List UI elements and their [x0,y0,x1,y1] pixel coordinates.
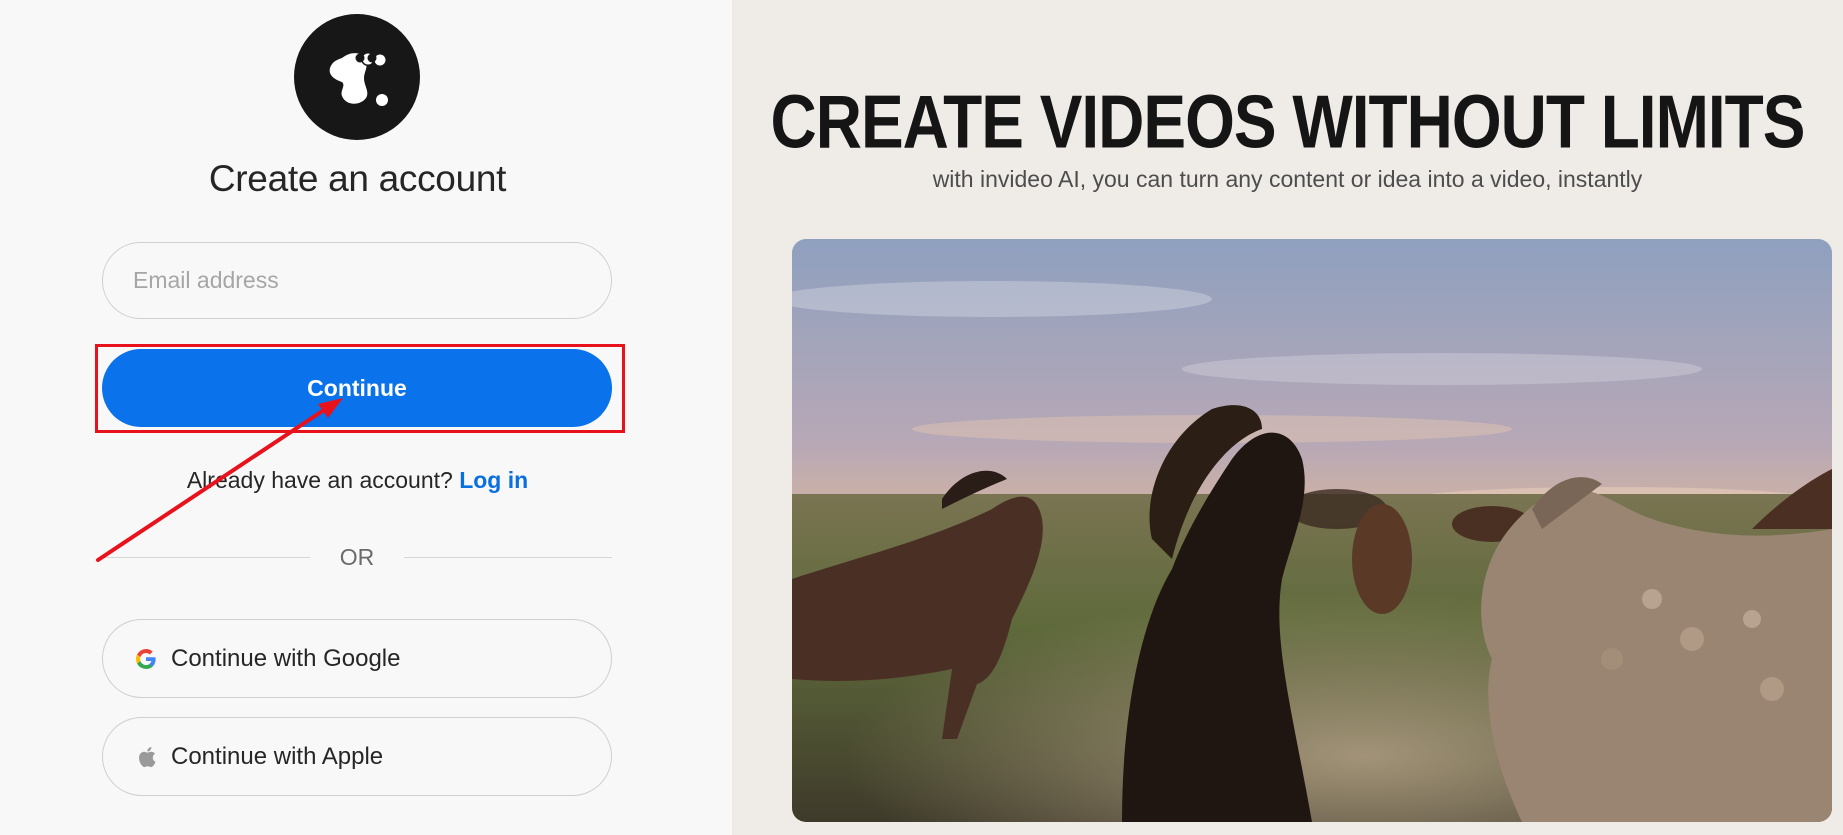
login-link[interactable]: Log in [459,467,528,493]
invideo-logo-icon [329,52,388,106]
horses-running-image [792,239,1832,822]
or-divider: OR [102,543,612,570]
hero-subheadline: with invideo AI, you can turn any conten… [932,166,1643,192]
email-field[interactable] [102,242,612,319]
google-icon [133,646,159,672]
divider-line-right [404,556,612,558]
continue-with-apple-button[interactable]: Continue with Apple [102,717,612,796]
apple-icon [133,744,159,770]
login-prompt-row: Already have an account? Log in [0,467,715,494]
continue-with-google-button[interactable]: Continue with Google [102,619,612,698]
signup-page: Create an account Continue Already have … [0,0,1843,835]
hero-video[interactable] [792,239,1832,822]
divider-line-left [102,556,310,558]
divider-text: OR [339,543,375,570]
apple-button-label: Continue with Apple [171,742,384,770]
hero-panel: CREATE VIDEOS WITHOUT LIMITS with invide… [732,0,1843,835]
brand-logo [294,14,420,140]
page-title: Create an account [208,158,507,199]
hero-headline: CREATE VIDEOS WITHOUT LIMITS [770,79,1806,165]
signup-panel: Create an account Continue Already have … [0,0,732,835]
continue-button[interactable]: Continue [102,349,612,427]
google-button-label: Continue with Google [171,644,401,672]
login-prompt-text: Already have an account? [186,467,453,493]
